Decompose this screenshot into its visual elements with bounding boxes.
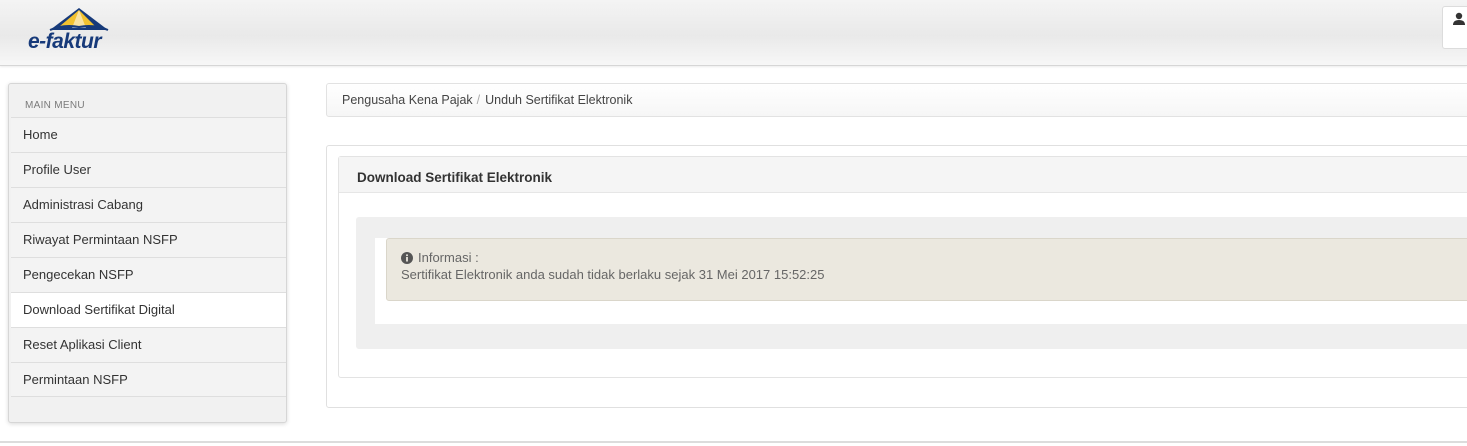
breadcrumb-item-pengusaha-kena-pajak[interactable]: Pengusaha Kena Pajak [342, 93, 473, 107]
top-header: e-faktur [0, 0, 1467, 66]
info-message: Sertifikat Elektronik anda sudah tidak b… [401, 267, 825, 282]
sidebar-item-home[interactable]: Home [11, 117, 286, 152]
sidebar-item-pengecekan-nsfp[interactable]: Pengecekan NSFP [11, 257, 286, 292]
info-circle-icon [401, 251, 413, 264]
sidebar-item-administrasi-cabang[interactable]: Administrasi Cabang [11, 187, 286, 222]
info-alert: Informasi : Sertifikat Elektronik anda s… [386, 238, 1467, 301]
sidebar-item-reset-aplikasi-client[interactable]: Reset Aplikasi Client [11, 327, 286, 362]
panel-content: Informasi : Sertifikat Elektronik anda s… [375, 238, 1467, 324]
user-icon [1453, 12, 1465, 25]
logo-text: e-faktur [28, 30, 102, 53]
umbrella-icon [49, 8, 109, 31]
sidebar-item-riwayat-permintaan-nsfp[interactable]: Riwayat Permintaan NSFP [11, 222, 286, 257]
content-panel: Download Sertifikat Elektronik Informasi… [326, 145, 1467, 408]
user-menu-button[interactable] [1442, 6, 1467, 49]
main-menu: Home Profile User Administrasi Cabang Ri… [11, 117, 286, 397]
info-heading-line: Informasi : [401, 249, 1467, 266]
sidebar-item-download-sertifikat-digital[interactable]: Download Sertifikat Digital [11, 292, 286, 327]
breadcrumb: Pengusaha Kena Pajak / Unduh Sertifikat El… [326, 83, 1467, 117]
breadcrumb-item-current: Unduh Sertifikat Elektronik [485, 93, 633, 107]
sidebar-item-profile-user[interactable]: Profile User [11, 152, 286, 187]
sidebar-title: MAIN MENU [25, 100, 85, 111]
sidebar-item-permintaan-nsfp[interactable]: Permintaan NSFP [11, 362, 286, 397]
efaktur-logo[interactable]: e-faktur [28, 6, 118, 53]
panel-body: Informasi : Sertifikat Elektronik anda s… [356, 217, 1467, 349]
sidebar: MAIN MENU Home Profile User Administrasi… [8, 83, 287, 423]
download-certificate-box: Download Sertifikat Elektronik Informasi… [338, 156, 1467, 378]
breadcrumb-separator: / [476, 93, 481, 107]
info-heading: Informasi : [418, 250, 479, 265]
footer-divider [0, 441, 1467, 443]
panel-title: Download Sertifikat Elektronik [339, 157, 1467, 193]
